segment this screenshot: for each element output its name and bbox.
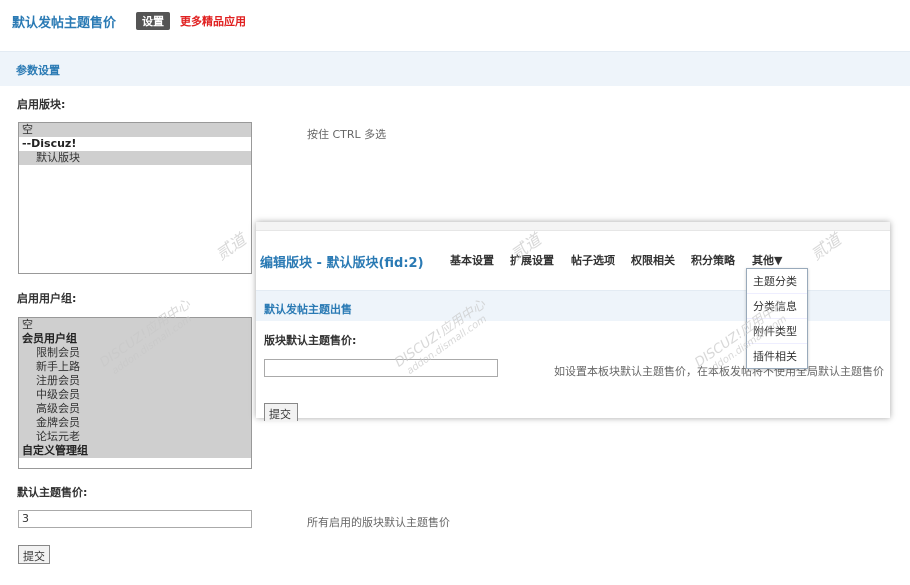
- price-input[interactable]: 3: [18, 510, 252, 528]
- list-option[interactable]: 论坛元老: [19, 430, 251, 444]
- nav-other-dropdown[interactable]: 其他▼: [752, 252, 782, 268]
- forums-label: 启用版块:: [17, 98, 66, 111]
- forums-hint: 按住 CTRL 多选: [307, 128, 387, 141]
- panel-submit-button[interactable]: 提交: [264, 403, 298, 421]
- list-option-group: --Discuz!: [22, 137, 77, 150]
- section-title: 参数设置: [16, 64, 60, 77]
- dropdown-item-topic-category[interactable]: 主题分类: [747, 269, 807, 294]
- section-header-bar: [0, 51, 910, 86]
- list-option-group: 自定义管理组: [19, 444, 251, 458]
- panel-price-input[interactable]: [264, 359, 498, 377]
- more-apps-link[interactable]: 更多精品应用: [180, 13, 246, 29]
- nav-basic[interactable]: 基本设置: [450, 252, 494, 268]
- dropdown-item-plugins[interactable]: 插件相关: [747, 344, 807, 368]
- panel-top-strip: [256, 222, 890, 231]
- list-option[interactable]: 空: [19, 123, 251, 137]
- panel-section-title: 默认发帖主题出售: [264, 303, 352, 316]
- nav-post-options[interactable]: 帖子选项: [571, 252, 615, 268]
- price-label: 默认主题售价:: [17, 486, 88, 499]
- settings-tab[interactable]: 设置: [136, 12, 170, 30]
- price-hint: 所有启用的版块默认主题售价: [307, 516, 450, 529]
- list-option[interactable]: 注册会员: [19, 374, 251, 388]
- nav-credits[interactable]: 积分策略: [691, 252, 735, 268]
- submit-button[interactable]: 提交: [18, 545, 50, 564]
- groups-label: 启用用户组:: [17, 292, 77, 305]
- nav-permissions[interactable]: 权限相关: [631, 252, 675, 268]
- panel-title: 编辑版块 - 默认版块(fid:2): [260, 256, 424, 271]
- list-option[interactable]: 默认版块: [19, 151, 251, 165]
- list-option[interactable]: 中级会员: [19, 388, 251, 402]
- list-option[interactable]: 高级会员: [19, 402, 251, 416]
- page-title: 默认发帖主题售价: [12, 16, 117, 31]
- panel-price-label: 版块默认主题售价:: [264, 334, 357, 347]
- list-option[interactable]: 金牌会员: [19, 416, 251, 430]
